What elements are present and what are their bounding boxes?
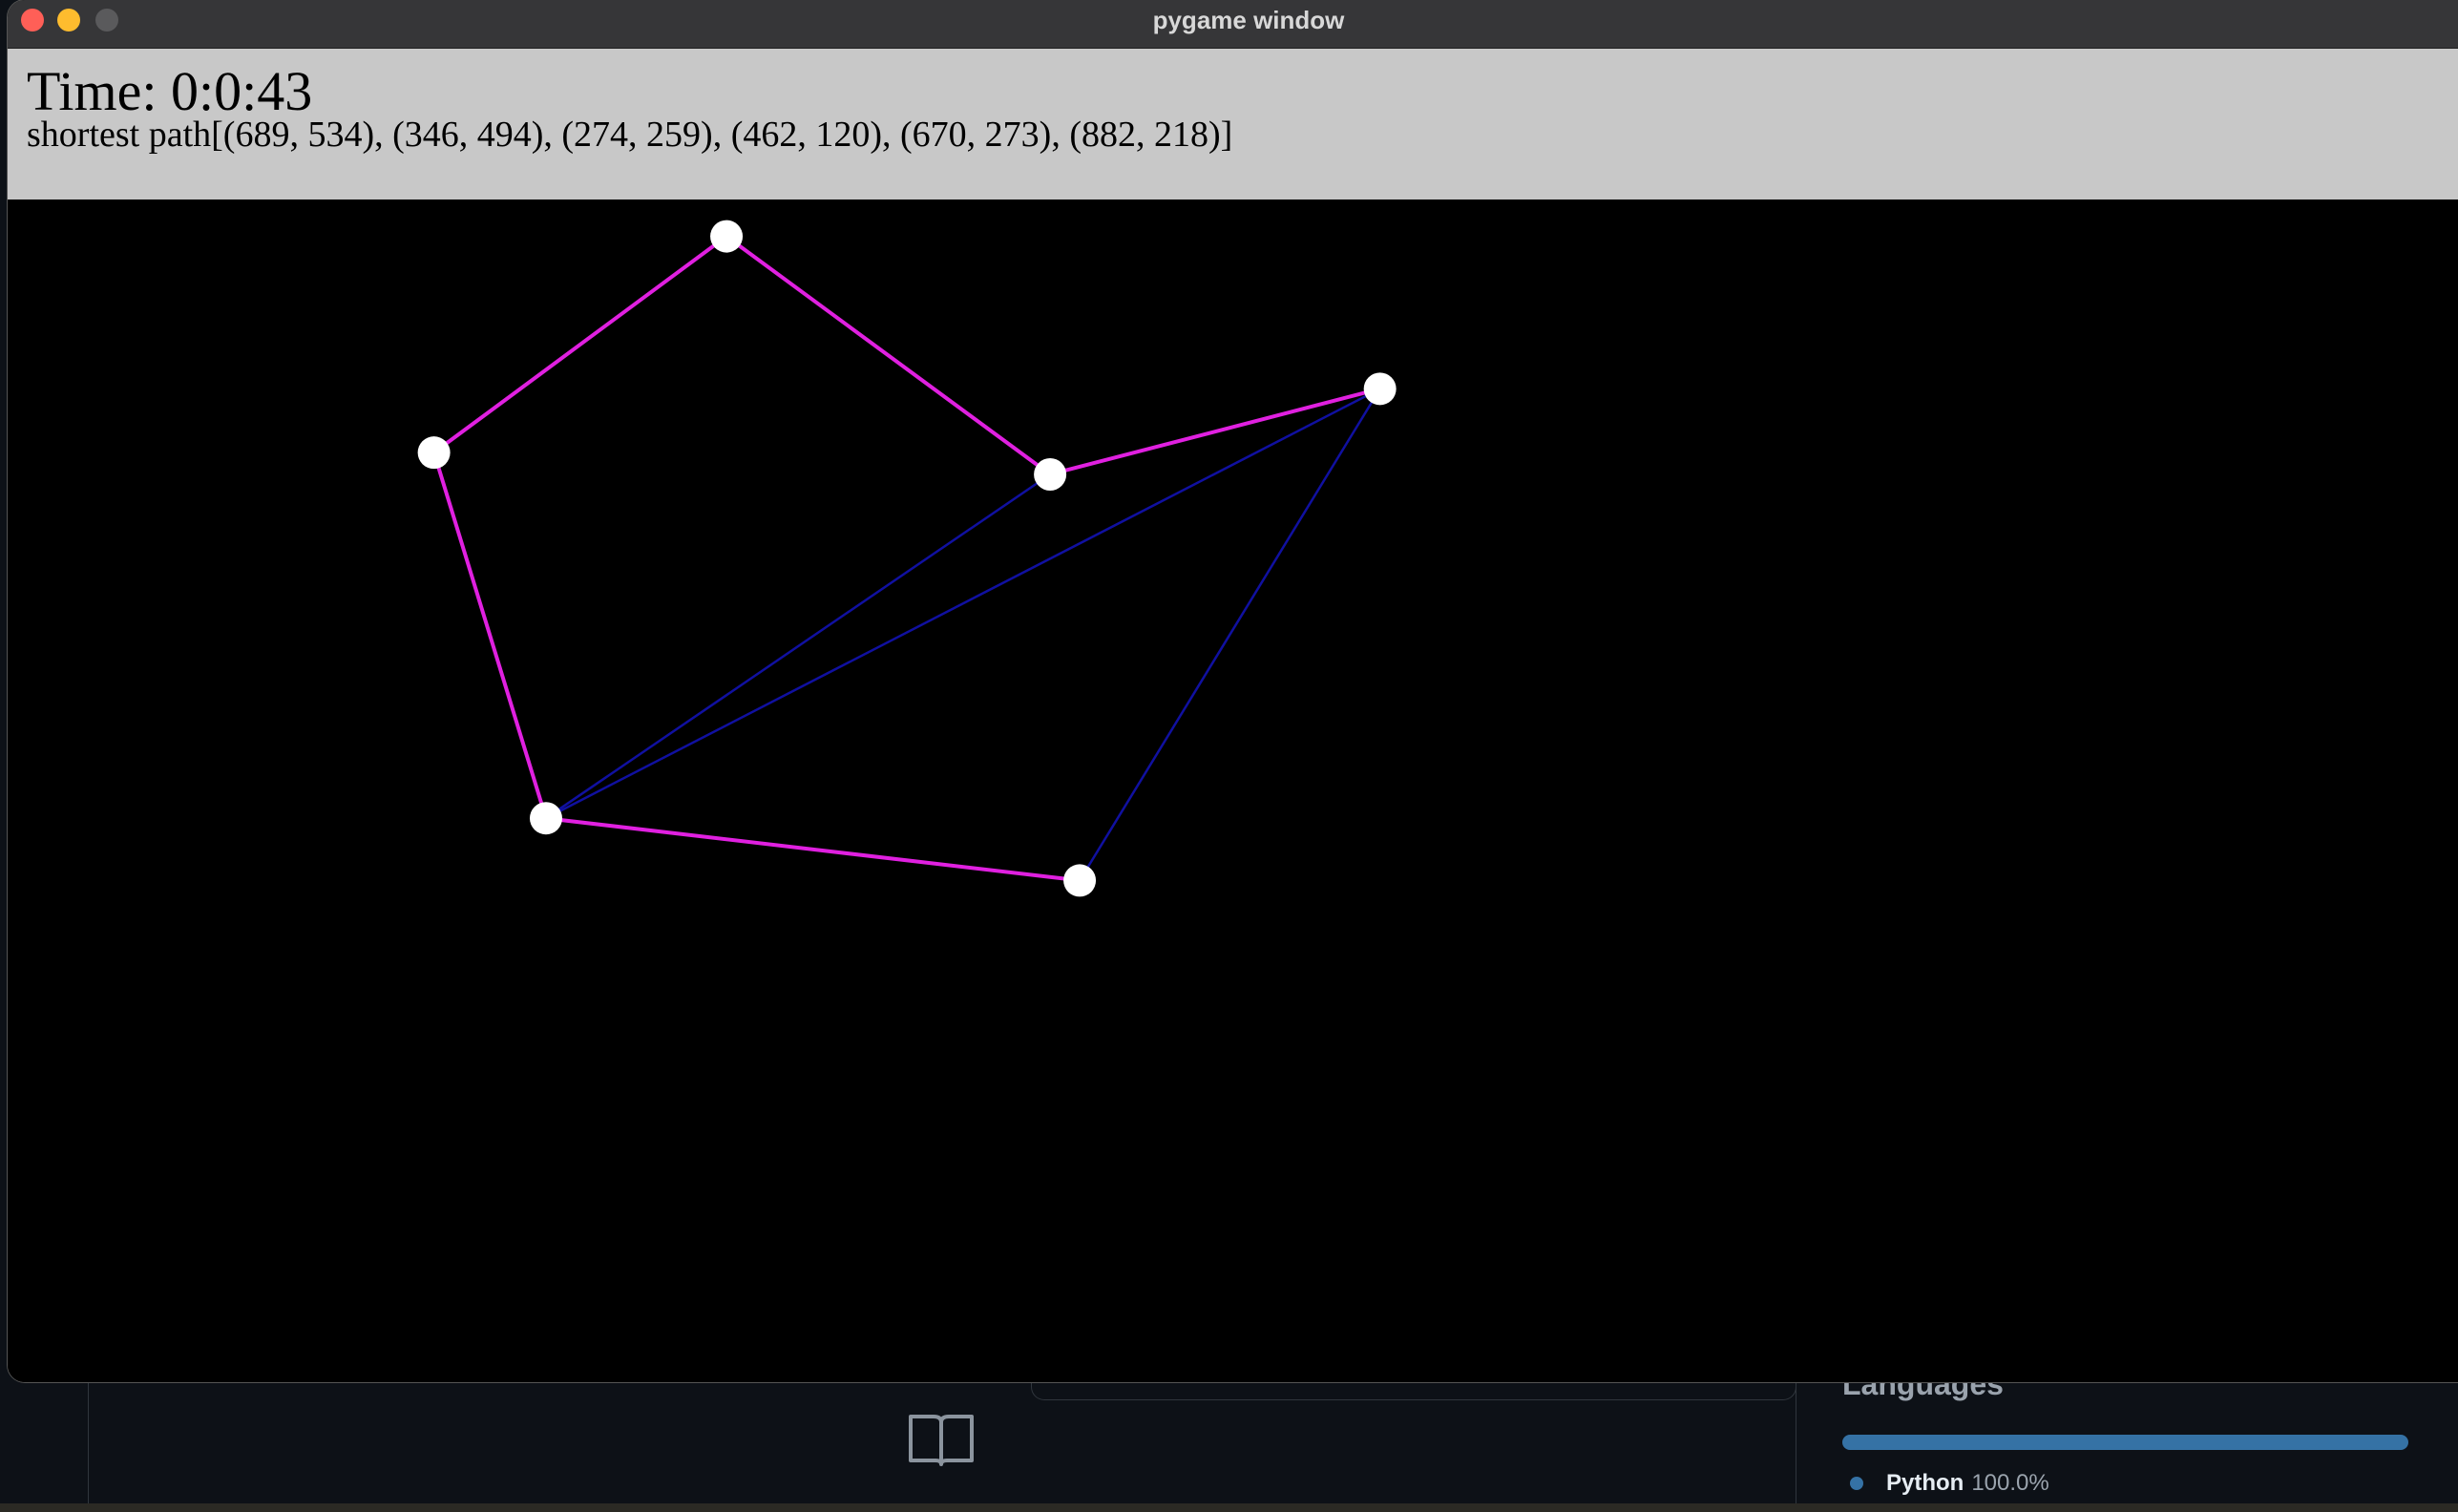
language-dot-icon xyxy=(1850,1477,1863,1490)
shortest-path-edge xyxy=(725,234,1052,476)
language-bar xyxy=(1842,1435,2408,1450)
pygame-window: pygame window Time: 0:0:43 shortest path… xyxy=(8,0,2458,1382)
title-bar[interactable]: pygame window xyxy=(8,0,2458,49)
info-panel: Time: 0:0:43 shortest path[(689, 534), (… xyxy=(8,49,2458,200)
graph-node[interactable] xyxy=(1363,372,1397,406)
shortest-path-text: shortest path[(689, 534), (346, 494), (2… xyxy=(27,115,1233,155)
graph-edge xyxy=(545,388,1381,820)
graph-edge xyxy=(1079,388,1381,882)
background-divider xyxy=(88,1375,89,1512)
language-item[interactable]: Python 100.0% xyxy=(1850,1470,2049,1497)
language-percent: 100.0% xyxy=(1971,1470,2049,1496)
background-bottom-strip xyxy=(0,1503,2458,1512)
graph-view xyxy=(417,220,1397,897)
game-canvas[interactable] xyxy=(8,200,2458,1382)
shortest-path-edge xyxy=(545,816,1081,883)
window-title: pygame window xyxy=(1152,6,1345,34)
language-name: Python xyxy=(1886,1470,1964,1496)
graph-node[interactable] xyxy=(1034,457,1067,491)
graph-node[interactable] xyxy=(529,802,562,835)
graph-node[interactable] xyxy=(417,436,451,470)
book-icon xyxy=(909,1415,974,1466)
graph-node[interactable] xyxy=(710,220,744,253)
graph-edge xyxy=(545,472,1051,820)
graph-node[interactable] xyxy=(1063,864,1097,897)
shortest-path-edge xyxy=(431,452,548,819)
shortest-path-edge xyxy=(1049,387,1381,476)
shortest-path-edge xyxy=(432,234,728,454)
